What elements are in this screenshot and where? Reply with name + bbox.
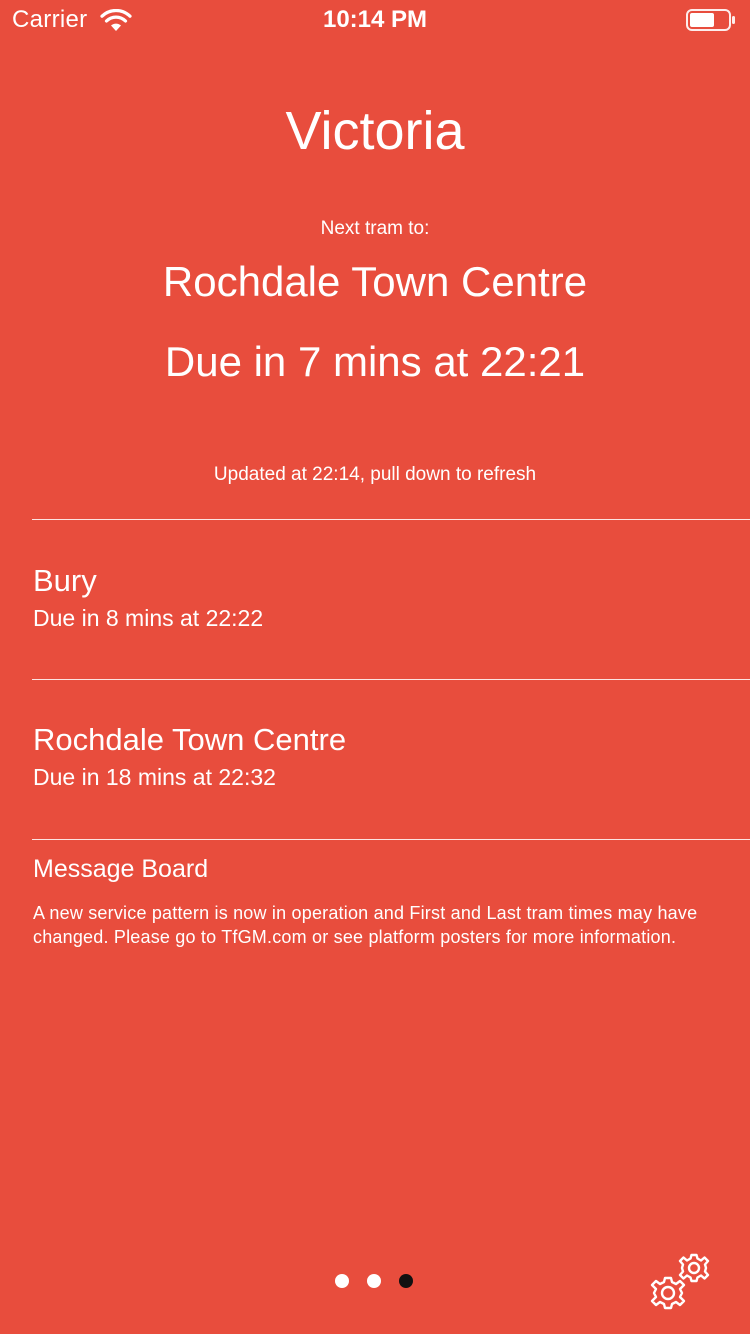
departure-due: Due in 18 mins at 22:32 <box>33 764 276 790</box>
divider <box>32 519 750 520</box>
departure-due: Due in 8 mins at 22:22 <box>33 605 264 631</box>
status-bar: Carrier 10:14 PM <box>0 0 750 40</box>
departure-destination: Bury <box>33 563 97 598</box>
page-dot-active[interactable] <box>399 1274 413 1288</box>
gear-icon[interactable] <box>646 1246 716 1316</box>
status-time: 10:14 PM <box>322 6 428 33</box>
page-dot[interactable] <box>335 1274 349 1288</box>
page-dot[interactable] <box>367 1274 381 1288</box>
departure-destination: Rochdale Town Centre <box>33 722 347 757</box>
next-tram-label: Next tram to: <box>320 218 430 239</box>
departure-row: Bury Due in 8 mins at 22:22 <box>33 561 733 633</box>
next-tram-due: Due in 7 mins at 22:21 <box>164 338 586 385</box>
station-title: Victoria <box>285 101 465 161</box>
battery-icon <box>686 9 735 31</box>
message-board-text: A new service pattern is now in operatio… <box>33 903 698 947</box>
page-indicator[interactable] <box>335 1274 415 1288</box>
divider <box>32 679 750 680</box>
message-board-title: Message Board <box>33 855 209 883</box>
next-tram-destination: Rochdale Town Centre <box>162 258 588 305</box>
divider <box>32 839 750 840</box>
refresh-status: Updated at 22:14, pull down to refresh <box>213 464 537 485</box>
departure-row: Rochdale Town Centre Due in 18 mins at 2… <box>33 720 733 792</box>
